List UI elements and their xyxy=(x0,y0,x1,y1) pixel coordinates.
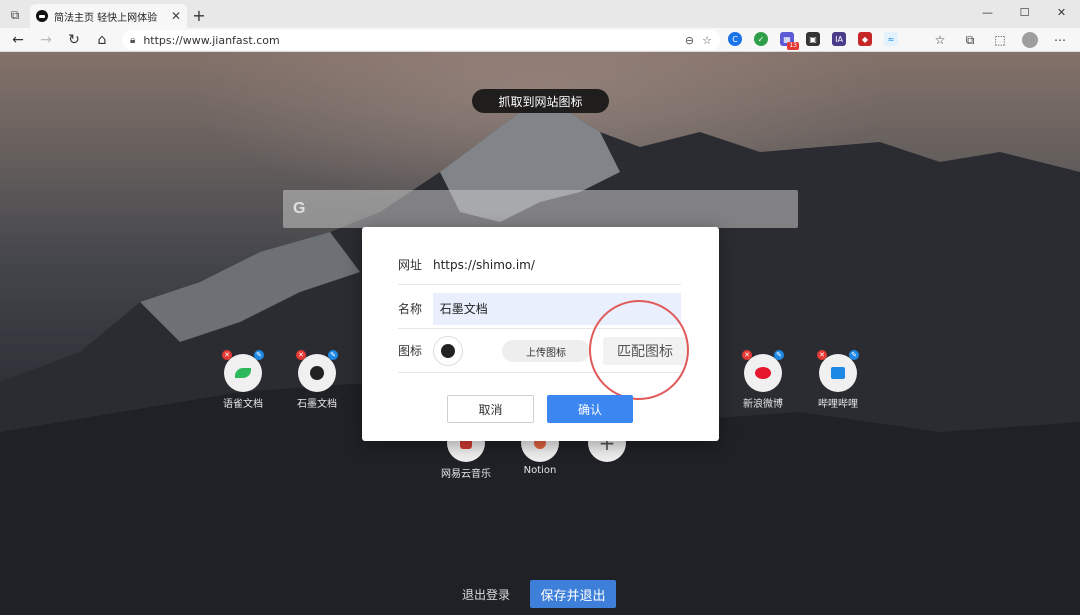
new-tab-icon[interactable]: + xyxy=(190,6,208,25)
shortcut-yuque[interactable]: ✕ ✎ 语雀文档 xyxy=(208,350,278,410)
confirm-button[interactable]: 确认 xyxy=(547,395,633,423)
favorite-add-icon[interactable]: ☆ xyxy=(702,34,712,47)
right-tools: ☆ ⧉ ⬚ ⋯ xyxy=(932,32,1068,48)
url-label: 网址 xyxy=(398,258,423,272)
shortcut-label: 语雀文档 xyxy=(223,399,263,410)
more-menu-icon[interactable]: ⋯ xyxy=(1052,32,1068,48)
minimize-icon[interactable]: — xyxy=(969,0,1006,24)
shimo-icon-preview xyxy=(433,335,463,366)
shortcut-label: 哔哩哔哩 xyxy=(818,399,858,410)
icon-label: 图标 xyxy=(398,344,423,358)
bottom-actions: 退出登录 保存并退出 xyxy=(0,580,1080,608)
name-label: 名称 xyxy=(398,302,423,316)
edit-icon[interactable]: ✎ xyxy=(328,350,338,360)
site-favicon-icon xyxy=(36,10,48,22)
extension-c-icon[interactable]: C xyxy=(728,32,742,46)
shimo-logo-shape xyxy=(441,343,455,358)
delete-icon[interactable]: ✕ xyxy=(817,350,827,360)
title-bar: ⧉ 简法主页 轻快上网体验 ✕ + — ☐ ✕ xyxy=(0,0,1080,28)
yuque-icon[interactable]: ✕ ✎ xyxy=(222,350,264,392)
bilibili-logo-shape xyxy=(831,367,845,379)
logout-link[interactable]: 退出登录 xyxy=(462,586,510,603)
favorites-icon[interactable]: ☆ xyxy=(932,32,948,48)
extension-ia-icon[interactable]: IA xyxy=(832,32,846,46)
delete-icon[interactable]: ✕ xyxy=(742,350,752,360)
shortcut-label: Notion xyxy=(523,465,557,476)
forward-icon[interactable]: → xyxy=(36,30,56,50)
close-tab-icon[interactable]: ✕ xyxy=(171,9,181,23)
back-icon[interactable]: ← xyxy=(8,30,28,50)
shimo-icon[interactable]: ✕ ✎ xyxy=(296,350,338,392)
shortcut-label: 新浪微博 xyxy=(743,399,783,410)
shortcut-weibo[interactable]: ✕ ✎ 新浪微博 xyxy=(728,350,798,410)
upload-icon-button[interactable]: 上传图标 xyxy=(502,340,590,362)
delete-icon[interactable]: ✕ xyxy=(222,350,232,360)
url-field[interactable]: https://shimo.im/ xyxy=(433,258,535,272)
cancel-button[interactable]: 取消 xyxy=(447,395,534,423)
collections-icon[interactable]: ⧉ xyxy=(962,32,978,48)
bilibili-icon[interactable]: ✕ ✎ xyxy=(817,350,859,392)
lock-icon[interactable]: 🔒︎ xyxy=(130,35,135,46)
highlight-circle-annotation xyxy=(589,300,689,400)
extension-shield-icon[interactable]: ◆ xyxy=(858,32,872,46)
search-box[interactable]: G xyxy=(283,190,798,228)
tab-title: 简法主页 轻快上网体验 xyxy=(54,12,158,24)
window-controls: — ☐ ✕ xyxy=(969,0,1080,24)
browser-tab[interactable]: 简法主页 轻快上网体验 ✕ xyxy=(30,4,187,28)
weibo-icon[interactable]: ✕ ✎ xyxy=(742,350,784,392)
shortcut-bilibili[interactable]: ✕ ✎ 哔哩哔哩 xyxy=(803,350,873,410)
maximize-icon[interactable]: ☐ xyxy=(1006,0,1043,24)
save-and-exit-button[interactable]: 保存并退出 xyxy=(530,580,616,608)
shortcut-label: 石墨文档 xyxy=(297,399,337,410)
edit-shortcut-dialog: 网址 https://shimo.im/ 名称 石墨文档 图标 上传图标 匹配图… xyxy=(362,227,719,441)
capture-notice: 抓取到网站图标 xyxy=(472,89,609,113)
shortcut-shimo[interactable]: ✕ ✎ 石墨文档 xyxy=(282,350,352,410)
extensions-row: C ✓ ▦ 13 ▣ IA ◆ ≈ xyxy=(728,32,898,50)
google-icon: G xyxy=(293,200,306,217)
extension-dark-icon[interactable]: ▣ xyxy=(806,32,820,46)
home-icon[interactable]: ⌂ xyxy=(92,30,112,50)
url-text[interactable]: https://www.jianfast.com xyxy=(143,34,677,47)
yuque-logo-shape xyxy=(235,368,251,378)
weibo-logo-shape xyxy=(755,367,771,379)
edit-icon[interactable]: ✎ xyxy=(849,350,859,360)
address-bar[interactable]: 🔒︎ https://www.jianfast.com ⊖ ☆ xyxy=(122,30,720,50)
tab-actions-icon[interactable]: ⧉ xyxy=(6,6,24,24)
refresh-icon[interactable]: ↻ xyxy=(64,30,84,50)
delete-icon[interactable]: ✕ xyxy=(296,350,306,360)
shortcut-label: 网易云音乐 xyxy=(441,469,491,480)
edit-icon[interactable]: ✎ xyxy=(774,350,784,360)
extensions-icon[interactable]: ⬚ xyxy=(992,32,1008,48)
browser-toolbar: ← → ↻ ⌂ 🔒︎ https://www.jianfast.com ⊖ ☆ … xyxy=(0,28,1080,52)
extension-green-icon[interactable]: ✓ xyxy=(754,32,768,46)
profile-avatar[interactable] xyxy=(1022,32,1038,48)
edit-icon[interactable]: ✎ xyxy=(254,350,264,360)
shimo-logo-shape xyxy=(310,366,324,380)
close-window-icon[interactable]: ✕ xyxy=(1043,0,1080,24)
extension-badge: 13 xyxy=(787,42,799,50)
zoom-icon[interactable]: ⊖ xyxy=(685,34,694,47)
extension-puzzle-icon[interactable]: ▦ 13 xyxy=(780,32,799,50)
extension-blue-icon[interactable]: ≈ xyxy=(884,32,898,46)
url-row: 网址 https://shimo.im/ xyxy=(398,245,681,285)
new-tab-page: 抓取到网站图标 G ✕ ✎ 语雀文档 ✕ ✎ 石墨文档 ✕ ✎ 新浪微博 ✕ ✎ xyxy=(0,52,1080,615)
